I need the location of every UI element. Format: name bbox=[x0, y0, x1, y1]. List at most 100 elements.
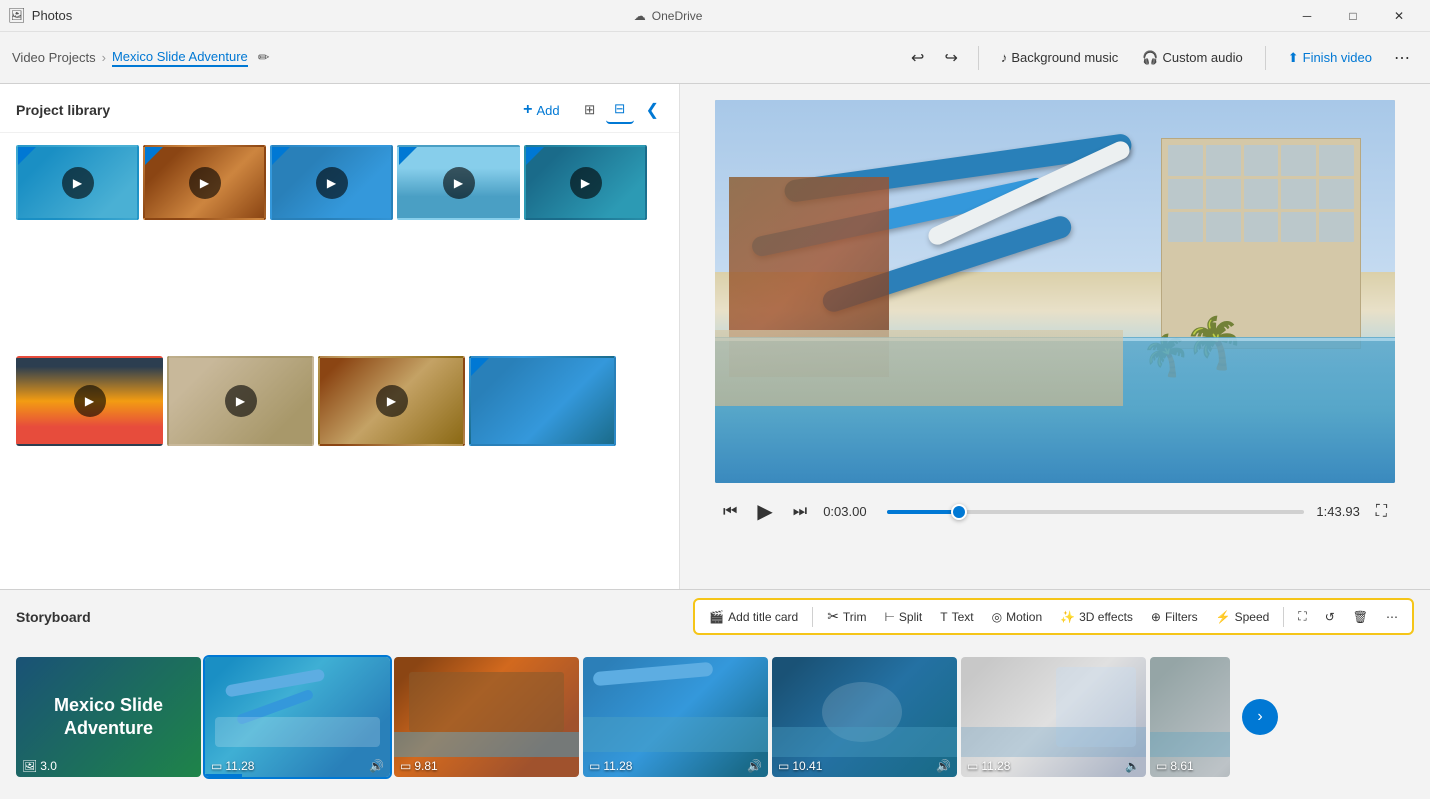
selected-indicator bbox=[272, 147, 290, 165]
video-icon: ▭ bbox=[211, 759, 222, 773]
media-item[interactable]: ▶ bbox=[318, 356, 465, 446]
breadcrumb: Video Projects › Mexico Slide Adventure … bbox=[12, 49, 270, 67]
duration-val: 9.81 bbox=[414, 759, 437, 773]
toolbar-sep bbox=[812, 607, 813, 627]
duration-val: 10.41 bbox=[792, 759, 822, 773]
video-preview: 🌴 🌴 bbox=[715, 100, 1395, 483]
skip-back-button[interactable]: ⏮ bbox=[719, 499, 741, 525]
grid-large-view-button[interactable]: ⊟ bbox=[606, 96, 634, 124]
plus-icon: + bbox=[523, 101, 532, 119]
grid-small-view-button[interactable]: ⊞ bbox=[576, 96, 604, 124]
media-item[interactable]: ▶ bbox=[16, 145, 139, 220]
clip-2-duration: ▭ 11.28 bbox=[211, 759, 254, 773]
clip-progress-bar bbox=[205, 774, 242, 777]
rotate-button[interactable]: ↺ bbox=[1317, 606, 1343, 628]
text-button[interactable]: T Text bbox=[932, 606, 981, 628]
media-item[interactable]: ▶ bbox=[397, 145, 520, 220]
video-clip-2[interactable]: ▭ 11.28 🔊 bbox=[205, 657, 390, 777]
video-clip-5[interactable]: ▭ 10.41 🔊 bbox=[772, 657, 957, 777]
speed-icon: ⚡ bbox=[1216, 610, 1231, 624]
video-clip-7[interactable]: ▭ 8.61 bbox=[1150, 657, 1230, 777]
split-icon: ⊢ bbox=[884, 610, 894, 624]
toolbar-sep-2 bbox=[1283, 607, 1284, 627]
collapse-panel-button[interactable]: ❮ bbox=[642, 96, 663, 124]
storyboard-toolbar: 🎬 Add title card ✂ Trim ⊢ Split T Text ◎… bbox=[693, 598, 1414, 635]
breadcrumb-parent[interactable]: Video Projects bbox=[12, 50, 96, 65]
media-item[interactable] bbox=[469, 356, 616, 446]
selected-indicator bbox=[471, 358, 489, 376]
add-title-card-button[interactable]: 🎬 Add title card bbox=[701, 606, 806, 628]
total-time: 1:43.93 bbox=[1316, 504, 1359, 519]
media-item[interactable]: ▶ bbox=[143, 145, 266, 220]
video-clip-6[interactable]: ▭ 11.28 🔊 bbox=[961, 657, 1146, 777]
clip-6-audio: 🔊 bbox=[1125, 759, 1140, 773]
toolbar-sep-2 bbox=[1265, 46, 1266, 70]
selected-indicator bbox=[18, 147, 36, 165]
video-icon: ▭ bbox=[589, 759, 600, 773]
main-area: Project library + Add ⊞ ⊟ ❮ ▶ bbox=[0, 84, 1430, 589]
trim-button[interactable]: ✂ Trim bbox=[819, 604, 874, 629]
media-item[interactable]: ▶ bbox=[270, 145, 393, 220]
scroll-next-button[interactable]: › bbox=[1242, 699, 1278, 735]
finish-video-label: Finish video bbox=[1303, 50, 1372, 65]
filters-label: Filters bbox=[1165, 610, 1198, 624]
edit-title-icon[interactable]: ✏ bbox=[258, 49, 270, 66]
play-button[interactable]: ▶ bbox=[753, 495, 776, 528]
storyboard-header: Storyboard 🎬 Add title card ✂ Trim ⊢ Spl… bbox=[0, 590, 1430, 639]
undo-button[interactable]: ↩ bbox=[903, 44, 932, 72]
motion-button[interactable]: ◎ Motion bbox=[984, 606, 1051, 628]
text-icon: T bbox=[940, 610, 947, 624]
close-button[interactable]: ✕ bbox=[1376, 0, 1422, 32]
media-item[interactable]: ▶ bbox=[16, 356, 163, 446]
3d-effects-button[interactable]: ✨ 3D effects bbox=[1052, 606, 1141, 628]
3d-label: 3D effects bbox=[1079, 610, 1133, 624]
trim-label: Trim bbox=[843, 610, 867, 624]
media-grid: ▶ ▶ ▶ ▶ ▶ ▶ ▶ bbox=[0, 133, 679, 589]
finish-video-button[interactable]: ⬆ Finish video bbox=[1278, 45, 1382, 71]
speed-label: Speed bbox=[1235, 610, 1270, 624]
clip-5-audio: 🔊 bbox=[936, 759, 951, 773]
fullscreen-button[interactable]: ⛶ bbox=[1372, 499, 1391, 525]
redo-button[interactable]: ↪ bbox=[936, 44, 965, 72]
skip-forward-button[interactable]: ⏭ bbox=[789, 499, 811, 525]
play-overlay: ▶ bbox=[189, 167, 221, 199]
video-preview-panel: 🌴 🌴 ⏮ ▶ ⏭ 0:03.00 bbox=[680, 84, 1430, 589]
resize-button[interactable]: ⛶ bbox=[1290, 605, 1314, 628]
video-clip-4[interactable]: ▭ 11.28 🔊 bbox=[583, 657, 768, 777]
background-music-button[interactable]: ♪ Background music bbox=[991, 45, 1128, 70]
play-overlay: ▶ bbox=[570, 167, 602, 199]
selected-indicator bbox=[399, 147, 417, 165]
trim-icon: ✂ bbox=[827, 608, 839, 625]
video-icon: ▭ bbox=[967, 759, 978, 773]
progress-fill bbox=[887, 510, 959, 514]
maximize-button[interactable]: □ bbox=[1330, 0, 1376, 32]
progress-bar[interactable] bbox=[887, 510, 1304, 514]
delete-button[interactable]: 🗑 bbox=[1345, 606, 1376, 628]
custom-audio-button[interactable]: 🎧 Custom audio bbox=[1132, 45, 1252, 71]
window-controls: ─ □ ✕ bbox=[1284, 0, 1422, 32]
media-item[interactable]: ▶ bbox=[524, 145, 647, 220]
more-options-button[interactable]: ⋯ bbox=[1386, 44, 1418, 72]
custom-audio-label: Custom audio bbox=[1163, 50, 1243, 65]
title-clip[interactable]: Mexico SlideAdventure 🖼 3.0 bbox=[16, 657, 201, 777]
more-button[interactable]: ⋯ bbox=[1378, 606, 1406, 628]
onedrive-label: OneDrive bbox=[652, 9, 703, 23]
split-button[interactable]: ⊢ Split bbox=[876, 606, 930, 628]
title-bar: 🖼 Photos ☁ OneDrive ─ □ ✕ bbox=[0, 0, 1430, 32]
clip-2-audio: 🔊 bbox=[369, 759, 384, 773]
filters-button[interactable]: ⊕ Filters bbox=[1143, 606, 1206, 628]
clip-7-duration: ▭ 8.61 bbox=[1156, 759, 1194, 773]
progress-thumb[interactable] bbox=[951, 504, 967, 520]
duration-value: 3.0 bbox=[40, 759, 57, 773]
speed-button[interactable]: ⚡ Speed bbox=[1208, 606, 1278, 628]
onedrive-area: ☁ OneDrive bbox=[634, 9, 703, 23]
video-clip-3[interactable]: ▭ 9.81 bbox=[394, 657, 579, 777]
play-overlay: ▶ bbox=[376, 385, 408, 417]
media-item[interactable]: ▶ bbox=[167, 356, 314, 446]
title-clip-duration: 🖼 3.0 bbox=[22, 759, 57, 773]
minimize-button[interactable]: ─ bbox=[1284, 0, 1330, 32]
motion-label: Motion bbox=[1006, 610, 1042, 624]
duration-val: 8.61 bbox=[1170, 759, 1193, 773]
add-media-button[interactable]: + Add bbox=[515, 97, 567, 123]
duration-val: 11.28 bbox=[225, 759, 254, 773]
